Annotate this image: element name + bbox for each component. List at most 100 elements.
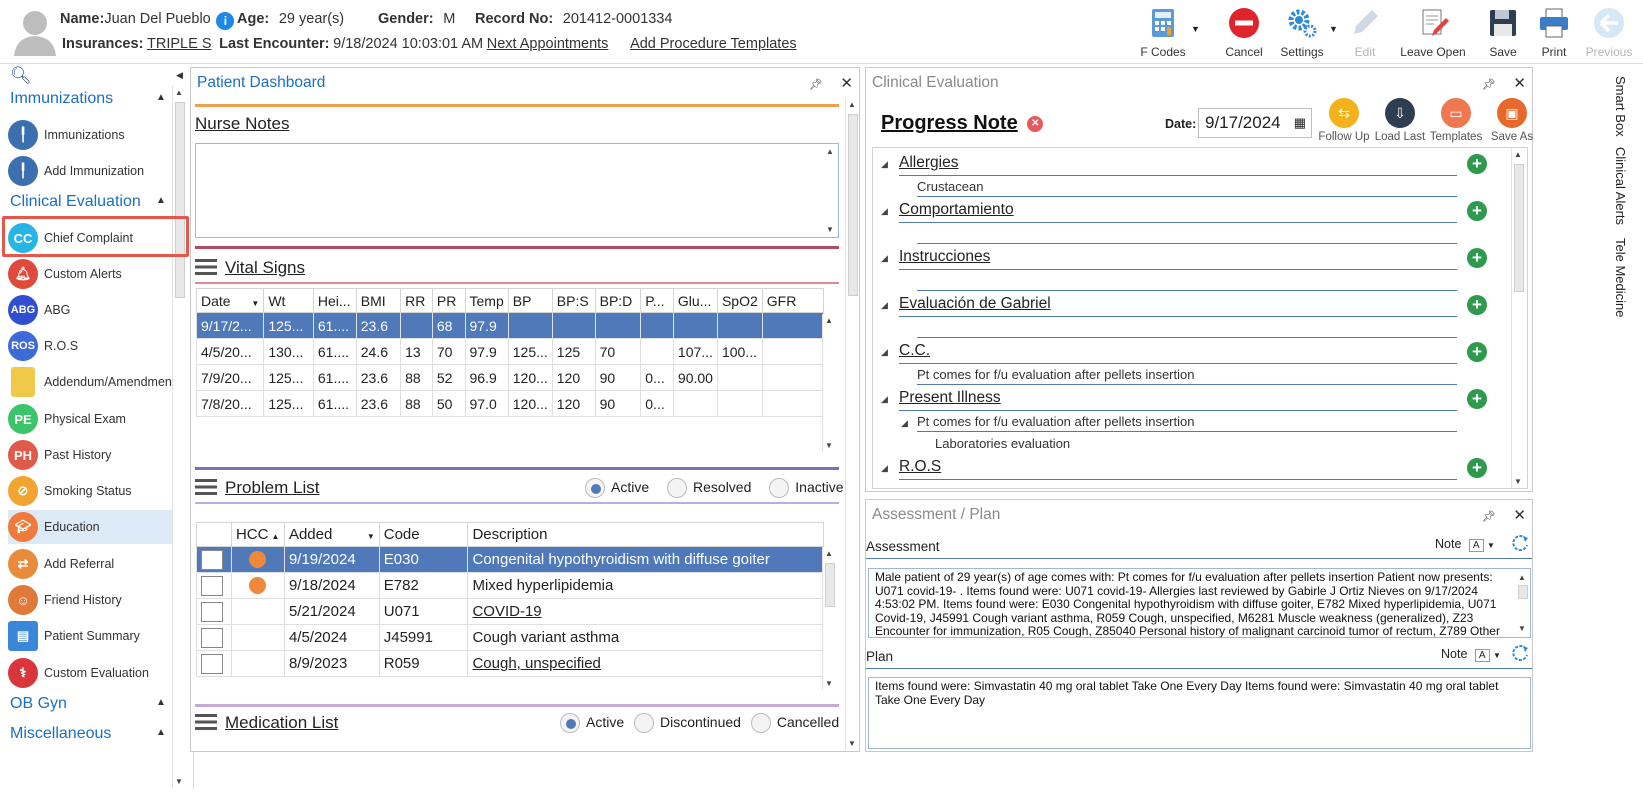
text-format-icon[interactable]: A (1474, 649, 1490, 662)
collapse-triangle-icon[interactable]: ◢ (881, 300, 888, 311)
nav-smoking-status[interactable]: ⊘ Smoking Status (8, 474, 174, 508)
checkbox[interactable] (201, 549, 223, 570)
section-comportamiento[interactable]: ◢ Comportamiento + (877, 201, 1493, 244)
dropdown-icon[interactable]: ▼ (1487, 541, 1495, 550)
add-icon[interactable]: + (1467, 201, 1487, 221)
table-row[interactable]: 4/5/2024 J45991 Cough variant asthma (196, 624, 824, 651)
collapse-triangle-icon[interactable]: ◢ (901, 418, 908, 429)
col-glucose[interactable]: Glu... (672, 288, 718, 313)
pin-icon[interactable]: 📌︎ (809, 79, 823, 91)
plan-textarea[interactable]: Items found were: Simvastatin 40 mg oral… (868, 677, 1531, 749)
collapse-triangle-icon[interactable]: ◢ (881, 463, 888, 474)
col-bp[interactable]: BP (507, 288, 553, 313)
col-p[interactable]: P... (640, 288, 674, 313)
row-select[interactable] (196, 546, 232, 573)
close-icon[interactable]: ✕ (840, 75, 853, 92)
menu-icon[interactable] (195, 259, 217, 275)
load-last-button[interactable]: ⇩ Load Last (1372, 98, 1428, 143)
nav-ros[interactable]: ROS R.O.S (8, 329, 174, 363)
templates-button[interactable]: ▭ Templates (1428, 98, 1484, 143)
nav-add-immunization[interactable]: ╿ Add Immunization (8, 154, 174, 188)
edit-button[interactable]: Edit (1334, 4, 1396, 59)
leftnav-scrollbar[interactable]: ▲ ▼ (172, 86, 186, 788)
previous-button[interactable]: Previous (1578, 4, 1640, 59)
col-pr[interactable]: PR (431, 288, 466, 313)
dropdown-icon[interactable]: ▼ (1493, 651, 1501, 660)
table-row[interactable]: 8/9/2023 R059 Cough, unspecified (196, 650, 824, 677)
filter-active[interactable]: Active (560, 713, 624, 733)
col-bps[interactable]: BP:S (551, 288, 596, 313)
nurse-notes-input[interactable]: ▲ ▼ (195, 143, 839, 238)
table-row[interactable]: 9/19/2024 E030 Congenital hypothyroidism w… (196, 546, 824, 573)
add-procedure-templates-link[interactable]: Add Procedure Templates (630, 36, 797, 52)
print-button[interactable]: Print (1523, 4, 1585, 59)
filter-resolved[interactable]: Resolved (667, 478, 751, 498)
table-row[interactable]: 7/9/20... 125... 61.... 23.6 88 52 96.9 120... 1… (195, 364, 825, 391)
section-allergies[interactable]: ◢ Allergies + Crustacean (877, 154, 1493, 197)
col-wt[interactable]: Wt (263, 288, 314, 313)
tab-smart-box[interactable]: Smart Box (1613, 76, 1628, 137)
close-icon[interactable]: ✕ (1513, 507, 1526, 524)
col-rr[interactable]: RR (400, 288, 433, 313)
col-spo2[interactable]: SpO2 (716, 288, 763, 313)
text-format-icon[interactable]: A (1468, 539, 1484, 552)
date-picker[interactable]: 9/17/2024 ▦ (1198, 108, 1312, 138)
nav-addendum[interactable]: Addendum/Amendments (8, 365, 182, 399)
section-present-illness[interactable]: ◢ Present Illness + ◢ Pt comes for f/u eva… (877, 389, 1493, 455)
calendar-icon[interactable]: ▦ (1294, 115, 1306, 131)
col-added[interactable]: Added ▼ (283, 522, 380, 547)
tab-tele-medicine[interactable]: Tele Medicine (1613, 238, 1628, 318)
add-icon[interactable]: + (1467, 248, 1487, 268)
section-immunizations[interactable]: Immunizations ▲ (10, 90, 166, 108)
leave-open-button[interactable]: Leave Open (1398, 4, 1468, 59)
nav-patient-summary[interactable]: ▤ Patient Summary (8, 619, 174, 653)
filter-inactive[interactable]: Inactive (769, 478, 844, 498)
add-icon[interactable]: + (1467, 389, 1487, 409)
collapse-triangle-icon[interactable]: ◢ (881, 347, 888, 358)
table-row[interactable]: 5/21/2024 U071 COVID-19 (196, 598, 824, 625)
col-date[interactable]: Date ▼ (195, 288, 265, 313)
col-description[interactable]: Description (467, 522, 824, 547)
row-select[interactable] (196, 598, 232, 625)
fcodes-button[interactable]: F Codes (1132, 4, 1194, 59)
follow-up-button[interactable]: ⇆ Follow Up (1316, 98, 1372, 143)
pin-icon[interactable]: 📌︎ (1482, 79, 1496, 91)
close-icon[interactable]: ✕ (1513, 75, 1526, 92)
refresh-icon[interactable] (1509, 532, 1531, 554)
add-icon[interactable]: + (1467, 154, 1487, 174)
row-select[interactable] (196, 572, 232, 599)
description-cell[interactable]: COVID-19 (467, 598, 824, 625)
nav-immunizations[interactable]: ╿ Immunizations (8, 118, 174, 152)
search-icon[interactable]: 🔍︎ (10, 66, 32, 86)
filter-discontinued[interactable]: Discontinued (634, 713, 741, 733)
dashboard-scrollbar[interactable]: ▲ ▼ (845, 98, 859, 750)
section-cc[interactable]: ◢ C.C. + Pt comes for f/u evaluation after… (877, 342, 1493, 385)
section-ob-gyn[interactable]: OB Gyn ▲ (10, 695, 166, 713)
checkbox[interactable] (201, 575, 223, 596)
nav-physical-exam[interactable]: PE Physical Exam (8, 402, 174, 436)
info-icon[interactable]: i (216, 12, 235, 30)
tab-clinical-alerts[interactable]: Clinical Alerts (1613, 147, 1628, 225)
add-icon[interactable]: + (1467, 458, 1487, 478)
nav-custom-evaluation[interactable]: ⚕ Custom Evaluation (8, 656, 174, 690)
col-bmi[interactable]: BMI (355, 288, 402, 313)
checkbox[interactable] (201, 627, 223, 648)
collapse-triangle-icon[interactable]: ◢ (881, 394, 888, 405)
checkbox[interactable] (201, 601, 223, 622)
insurance-link[interactable]: TRIPLE S (147, 36, 211, 52)
collapse-left-icon[interactable]: ◀ (176, 70, 183, 81)
note-scrollbar[interactable]: ▲ ▼ (1511, 148, 1525, 488)
add-icon[interactable]: + (1467, 295, 1487, 315)
section-clinical-evaluation[interactable]: Clinical Evaluation ▲ (10, 193, 166, 211)
refresh-icon[interactable] (1509, 642, 1531, 664)
col-gfr[interactable]: GFR (761, 288, 825, 313)
save-as-button[interactable]: ▣ Save As (1484, 98, 1540, 143)
cancel-button[interactable]: Cancel (1213, 4, 1275, 59)
section-evaluacion[interactable]: ◢ Evaluación de Gabriel + (877, 295, 1493, 338)
menu-icon[interactable] (195, 479, 217, 495)
next-appointments-link[interactable]: Next Appointments (487, 36, 609, 52)
section-instrucciones[interactable]: ◢ Instrucciones + (877, 248, 1493, 291)
col-code[interactable]: Code (378, 522, 469, 547)
filter-cancelled[interactable]: Cancelled (750, 713, 839, 733)
assessment-note-control[interactable]: Note A ▼ (1435, 537, 1495, 552)
